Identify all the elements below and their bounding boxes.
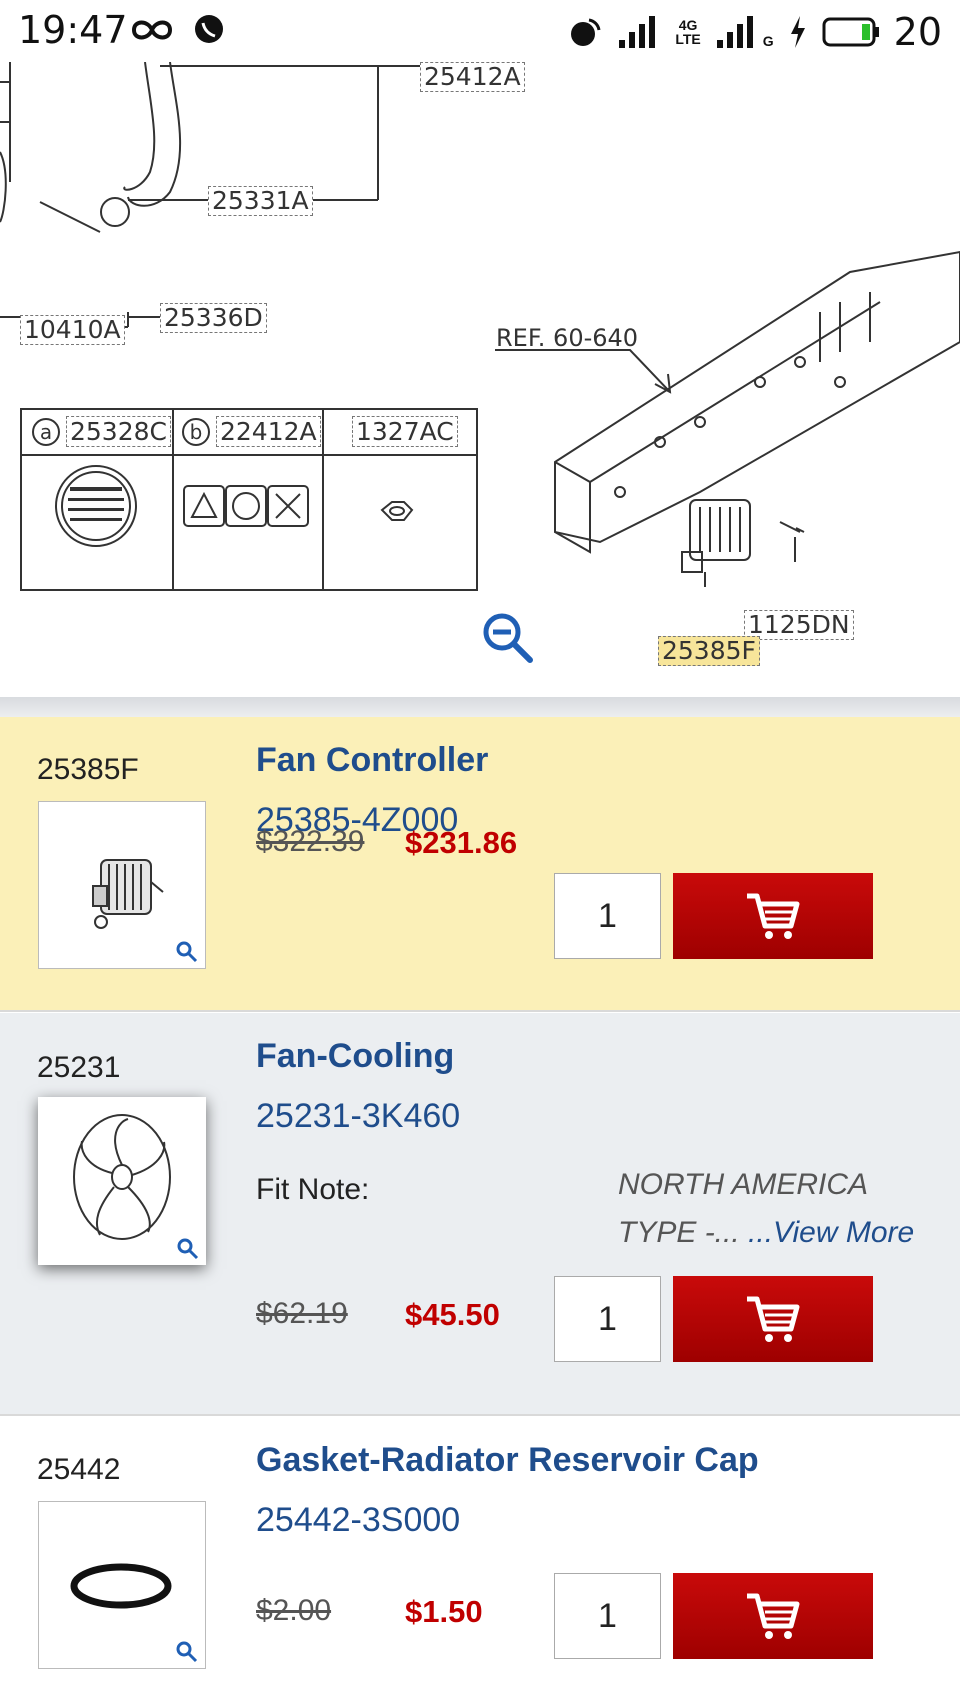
legend-part-c: 1327AC	[352, 416, 458, 447]
part-ref: 25442	[37, 1453, 121, 1486]
magnify-icon	[176, 941, 198, 963]
fit-note: NORTH AMERICA TYPE -... ...View More	[618, 1161, 918, 1257]
part-ref: 25385F	[37, 753, 139, 786]
part-thumbnail[interactable]	[38, 801, 206, 969]
part-ref: 25231	[37, 1051, 121, 1084]
list-price: $62.19	[256, 1297, 348, 1330]
callout-25336d[interactable]: 25336D	[160, 303, 267, 333]
part-row: 25385F Fan Controller 25385-4Z000 $322.3…	[0, 717, 960, 1012]
status-time: 19:47	[18, 8, 128, 52]
legend-part-a: 25328C	[66, 416, 171, 447]
cart-icon	[747, 893, 800, 939]
legend-letter-b: b	[182, 417, 210, 446]
ref-label: REF. 60-640	[496, 324, 639, 352]
divider-shadow	[0, 697, 960, 717]
sale-price: $1.50	[405, 1594, 483, 1629]
quantity-input[interactable]: 1	[554, 1573, 661, 1659]
part-number[interactable]: 25231-3K460	[256, 1097, 460, 1136]
part-number[interactable]: 25442-3S000	[256, 1501, 460, 1540]
part-name[interactable]: Gasket-Radiator Reservoir Cap	[256, 1441, 759, 1480]
part-thumbnail[interactable]	[38, 1501, 206, 1669]
legend-letter-a: a	[32, 417, 60, 446]
callout-10410a[interactable]: 10410A	[20, 315, 125, 345]
diagram-lines	[0, 62, 960, 587]
charging-icon	[790, 16, 805, 48]
list-price: $322.39	[256, 825, 365, 858]
zoom-out-icon[interactable]	[480, 610, 534, 664]
legend-cell-a: a 25328C	[32, 416, 171, 447]
legend-divider	[322, 410, 324, 589]
part-row: 25231 Fan-Cooling 25231-3K460 Fit Note: …	[0, 1013, 960, 1416]
status-bar: 19:47 4G LTE G 20	[0, 0, 960, 62]
status-right-icons: 4G LTE G 20	[567, 10, 942, 54]
view-more-link[interactable]: ...View More	[748, 1216, 914, 1249]
add-to-cart-button[interactable]	[673, 873, 873, 959]
list-price: $2.00	[256, 1594, 332, 1627]
magnify-icon	[177, 1238, 199, 1260]
part-name[interactable]: Fan Controller	[256, 741, 488, 780]
cart-icon	[747, 1296, 800, 1342]
part-thumbnail[interactable]	[38, 1097, 206, 1265]
part-name[interactable]: Fan-Cooling	[256, 1037, 454, 1076]
parts-diagram[interactable]: 25412A 25331A 25336D 10410A 1125DN 25385…	[0, 62, 960, 697]
callout-1125dn[interactable]: 1125DN	[744, 610, 854, 640]
legend-cell-b: b 22412A	[182, 416, 321, 447]
magnify-icon	[176, 1641, 198, 1663]
callout-25412a[interactable]: 25412A	[420, 62, 525, 92]
legend-part-b: 22412A	[216, 416, 321, 447]
network-type: 4G LTE	[675, 17, 701, 47]
fit-note-line: NORTH AMERICA	[618, 1168, 869, 1201]
status-left-icons	[130, 12, 226, 48]
battery-icon	[822, 17, 879, 47]
network-type-2: G	[762, 33, 774, 49]
signal-icon	[619, 16, 656, 48]
viber-icon	[195, 15, 223, 43]
legend-divider	[172, 410, 174, 589]
infinity-icon	[131, 20, 173, 40]
quantity-input[interactable]: 1	[554, 1276, 661, 1362]
cart-icon	[747, 1593, 800, 1639]
signal-2-icon	[716, 16, 753, 48]
part-row: 25442 Gasket-Radiator Reservoir Cap 2544…	[0, 1417, 960, 1707]
hotspot-icon	[571, 18, 601, 46]
callout-25385f[interactable]: 25385F	[658, 636, 760, 666]
fit-note-label: Fit Note:	[256, 1173, 370, 1206]
sale-price: $45.50	[405, 1297, 500, 1332]
quantity-input[interactable]: 1	[554, 873, 661, 959]
add-to-cart-button[interactable]	[673, 1573, 873, 1659]
fit-note-text: TYPE -...	[618, 1216, 749, 1249]
legend-table: a 25328C b 22412A 1327AC	[20, 408, 478, 591]
legend-cell-c: 1327AC	[352, 416, 458, 447]
battery-level: 20	[893, 10, 942, 54]
fit-note-line: TYPE -... ...View More	[618, 1209, 918, 1257]
add-to-cart-button[interactable]	[673, 1276, 873, 1362]
sale-price: $231.86	[405, 825, 518, 860]
callout-25331a[interactable]: 25331A	[208, 186, 313, 216]
